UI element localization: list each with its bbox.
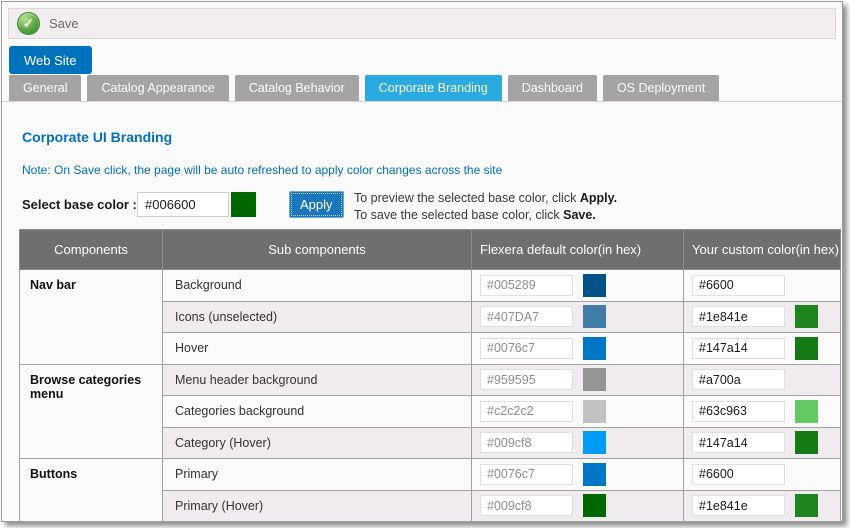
note-text: Note: On Save click, the page will be au… — [22, 163, 502, 177]
header-sub-components: Sub components — [163, 230, 472, 270]
default-hex-input: #c2c2c2 — [480, 401, 573, 422]
default-hex-input: #407DA7 — [480, 306, 573, 327]
custom-color-swatch — [795, 431, 818, 454]
base-color-help: To preview the selected base color, clic… — [354, 190, 617, 224]
custom-color-swatch — [795, 494, 818, 517]
sub-component-cell: Primary — [163, 459, 472, 491]
custom-hex-input[interactable]: #1e841e — [692, 306, 785, 327]
tab-catalog-behavior[interactable]: Catalog Behavior — [235, 75, 359, 101]
table-row: Buttons Primary #0076c7 #6600 — [20, 459, 841, 491]
component-cell: Buttons — [20, 459, 163, 522]
sub-component-cell: Icons (unselected) — [163, 301, 472, 333]
save-button-label: Save — [49, 16, 79, 31]
apply-button[interactable]: Apply — [289, 191, 344, 218]
help-line-1: To preview the selected base color, clic… — [354, 190, 617, 207]
component-cell: Browse categories menu — [20, 364, 163, 459]
header-custom-color: Your custom color(in hex) — [684, 230, 841, 270]
default-hex-input: #0076c7 — [480, 464, 573, 485]
header-components: Components — [20, 230, 163, 270]
custom-hex-input[interactable]: #147a14 — [692, 432, 785, 453]
sub-component-cell: Background — [163, 270, 472, 302]
base-color-label: Select base color : — [22, 197, 137, 212]
default-color-swatch — [583, 274, 606, 297]
base-color-swatch — [231, 192, 256, 217]
default-hex-input: #009cf8 — [480, 495, 573, 516]
sub-component-cell: Hover — [163, 333, 472, 365]
default-color-swatch — [583, 337, 606, 360]
tab-os-deployment[interactable]: OS Deployment — [603, 75, 719, 101]
default-hex-input: #005289 — [480, 275, 573, 296]
custom-hex-input[interactable]: #1e841e — [692, 495, 785, 516]
settings-window: ✓ Save Web Site General Catalog Appearan… — [1, 1, 843, 522]
default-hex-input: #0076c7 — [480, 338, 573, 359]
default-color-swatch — [583, 400, 606, 423]
tab-dashboard[interactable]: Dashboard — [508, 75, 597, 101]
tab-catalog-appearance[interactable]: Catalog Appearance — [87, 75, 228, 101]
tab-general[interactable]: General — [9, 75, 81, 101]
table-row: Browse categories menu Menu header backg… — [20, 364, 841, 396]
branding-table: Components Sub components Flexera defaul… — [19, 229, 841, 522]
base-color-input[interactable] — [137, 192, 229, 217]
default-color-swatch — [583, 368, 606, 391]
table-row: Nav bar Background #005289 #6600 — [20, 270, 841, 302]
component-cell: Nav bar — [20, 270, 163, 365]
custom-hex-input[interactable]: #63c963 — [692, 401, 785, 422]
sub-component-cell: Categories background — [163, 396, 472, 428]
tab-web-site[interactable]: Web Site — [9, 46, 92, 74]
custom-hex-input[interactable]: #6600 — [692, 464, 785, 485]
sub-component-cell: Primary (Hover) — [163, 490, 472, 522]
custom-color-swatch — [795, 400, 818, 423]
default-hex-input: #009cf8 — [480, 432, 573, 453]
default-hex-input: #959595 — [480, 369, 573, 390]
custom-hex-input[interactable]: #147a14 — [692, 338, 785, 359]
tab-underline — [2, 101, 842, 102]
sub-component-cell: Menu header background — [163, 364, 472, 396]
tab-strip: General Catalog Appearance Catalog Behav… — [9, 75, 842, 102]
default-color-swatch — [583, 305, 606, 328]
default-color-swatch — [583, 431, 606, 454]
custom-color-swatch — [795, 337, 818, 360]
sub-component-cell: Category (Hover) — [163, 427, 472, 459]
default-color-swatch — [583, 494, 606, 517]
top-toolbar: ✓ Save — [8, 8, 836, 39]
default-color-swatch — [583, 463, 606, 486]
help-line-2: To save the selected base color, click S… — [354, 207, 617, 224]
table-header-row: Components Sub components Flexera defaul… — [20, 230, 841, 270]
tab-corporate-branding[interactable]: Corporate Branding — [365, 75, 502, 101]
custom-hex-input[interactable]: #6600 — [692, 275, 785, 296]
custom-hex-input[interactable]: #a700a — [692, 369, 785, 390]
save-button[interactable]: ✓ Save — [17, 12, 79, 35]
custom-color-swatch — [795, 305, 818, 328]
base-color-row: Select base color : Apply To preview the… — [2, 191, 842, 221]
header-default-color: Flexera default color(in hex) — [472, 230, 684, 270]
page-title: Corporate UI Branding — [22, 129, 172, 145]
save-check-icon: ✓ — [17, 12, 40, 35]
